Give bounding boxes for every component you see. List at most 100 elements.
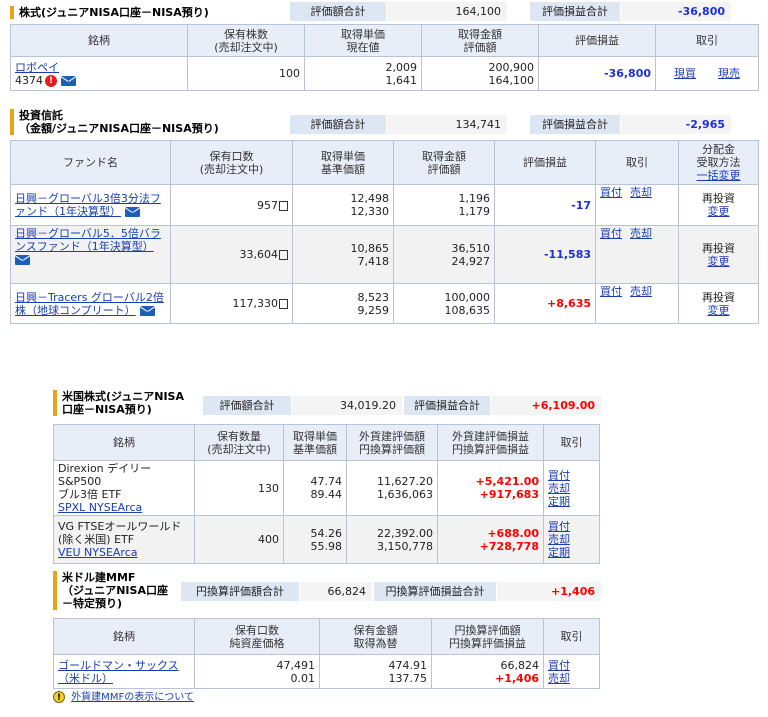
mmf-nav: 0.01 [290, 671, 316, 685]
fund-sell-button[interactable]: 売却 [630, 227, 652, 240]
us-header-trade: 取引 [543, 424, 600, 461]
stocks-header-gain: 評価損益 [538, 24, 656, 57]
funds-header-units: 保有口数 (売却注文中) [170, 140, 293, 185]
stock-name-link[interactable]: ロボペイ [15, 61, 59, 74]
mmf-buy-button[interactable]: 買付 [548, 659, 595, 672]
fund-dist: 再投資 [702, 192, 735, 205]
mmf-jpy-gain: +1,406 [494, 671, 539, 685]
stocks-header-cost: 取得単価 現在値 [304, 24, 422, 57]
fund-name-link[interactable]: 日興－グローバル5．5倍バランスファンド（1年決算型） [15, 227, 161, 253]
fund-eval: 108,635 [444, 303, 491, 317]
stocks-table: 銘柄 保有株数 (売却注文中) 取得単価 現在値 取得金額 評価額 評価損益 取… [10, 24, 759, 91]
mail-icon[interactable] [15, 255, 30, 265]
mmf-title-main: 米ドル建MMF [62, 571, 136, 584]
mmf-table: 銘柄 保有口数 純資産価格 保有金額 取得為替 円換算評価額 円換算評価損益 取… [53, 618, 600, 689]
mail-icon[interactable] [61, 75, 76, 86]
stocks-header-trade: 取引 [655, 24, 759, 57]
us-value-label: 評価額合計 [203, 396, 291, 415]
us-price: 55.98 [310, 539, 343, 553]
stocks-header-amount: 取得金額 評価額 [421, 24, 539, 57]
us-header-eval: 外貨建評価額 円換算評価額 [346, 424, 438, 461]
us-buy-button[interactable]: 買付 [548, 520, 595, 533]
us-cost: 47.74 [310, 475, 343, 488]
us-fx-eval: 11,627.20 [377, 475, 433, 488]
stock-eval: 164,100 [488, 73, 535, 87]
fund-sell-button[interactable]: 売却 [630, 186, 652, 199]
fund-acq: 36,510 [451, 241, 491, 255]
fund-change-link[interactable]: 変更 [708, 255, 730, 268]
funds-title-sub: （金額/ジュニアNISA口座－NISA預り) [19, 122, 219, 135]
mmf-units: 47,491 [276, 658, 316, 672]
us-ticker-link[interactable]: SPXL NYSEArca [58, 501, 142, 514]
fund-buy-button[interactable]: 買付 [600, 227, 622, 240]
fund-cost: 10,865 [350, 241, 390, 255]
mail-icon[interactable] [125, 207, 140, 217]
funds-header-distribution: 分配金 受取方法 一括変更 [678, 140, 759, 185]
us-sell-button[interactable]: 売却 [548, 533, 595, 546]
stock-shares: 100 [187, 56, 305, 91]
us-header-cost: 取得単価 基準価額 [283, 424, 347, 461]
funds-header-cost: 取得単価 基準価額 [292, 140, 394, 185]
fund-sell-button[interactable]: 売却 [630, 285, 652, 298]
us-jpy-gain: +917,683 [479, 488, 539, 501]
warning-icon: ! [53, 691, 65, 703]
fund-dist: 再投資 [702, 241, 735, 255]
table-row: ロボペイ 4374! 100 2,009 1,641 200,900 164,100… [10, 56, 759, 91]
table-row: Direxion デイリーS&P500 ブル3倍 ETF SPXL NYSEArca… [53, 460, 600, 516]
us-ticker-link[interactable]: VEU NYSEArca [58, 546, 138, 559]
fund-cost: 12,498 [350, 192, 390, 205]
fund-buy-button[interactable]: 買付 [600, 285, 622, 298]
dist-header-line2: 受取方法 [696, 156, 741, 169]
stock-sell-button[interactable]: 現売 [718, 67, 740, 80]
funds-value-label: 評価額合計 [290, 115, 386, 134]
mmf-jpy-eval: 66,824 [500, 658, 540, 672]
us-qty: 130 [194, 460, 284, 516]
us-periodic-button[interactable]: 定期 [548, 546, 595, 559]
mmf-sell-button[interactable]: 売却 [548, 672, 595, 685]
stock-acq: 200,900 [488, 60, 535, 74]
mmf-header-units: 保有口数 純資産価格 [194, 618, 320, 655]
us-name: VG FTSEオールワールド [58, 520, 182, 533]
us-header-gain: 外貨建評価損益 円換算評価損益 [437, 424, 544, 461]
fund-change-link[interactable]: 変更 [708, 304, 730, 317]
us-value-total: 34,019.20 [292, 396, 402, 415]
mmf-header-name: 銘柄 [53, 618, 195, 655]
alert-icon[interactable]: ! [45, 74, 57, 87]
funds-title-main: 投資信託 [19, 109, 63, 122]
us-name-sub: ブル3倍 ETF [58, 488, 122, 501]
stocks-gain-label: 評価損益合計 [530, 2, 620, 21]
mmf-rate: 137.75 [388, 671, 428, 685]
table-row: VG FTSEオールワールド (除く米国) ETF VEU NYSEArca 400… [53, 515, 600, 564]
stocks-section-title: 株式(ジュニアNISA口座－NISA預り) [10, 6, 209, 19]
dist-header-line1: 分配金 [702, 143, 735, 156]
fund-nav: 9,259 [357, 303, 390, 317]
fund-eval: 1,179 [458, 205, 491, 218]
checkbox-icon [279, 200, 288, 211]
us-sell-button[interactable]: 売却 [548, 482, 595, 495]
mmf-note-link[interactable]: 外貨建MMFの表示について [71, 692, 194, 703]
stock-buy-button[interactable]: 現買 [674, 67, 696, 80]
stocks-value-label: 評価額合計 [290, 2, 386, 21]
fund-eval: 24,927 [451, 254, 491, 268]
fund-buy-button[interactable]: 買付 [600, 186, 622, 199]
mmf-header-trade: 取引 [543, 618, 600, 655]
mmf-title-sub: （ジュニアNISA口座 [62, 584, 168, 597]
bulk-change-link[interactable]: 一括変更 [697, 169, 741, 182]
fund-nav: 7,418 [357, 254, 390, 268]
stock-gain: -36,800 [538, 56, 656, 91]
funds-header-trade: 取引 [595, 140, 679, 185]
us-buy-button[interactable]: 買付 [548, 469, 595, 482]
funds-header-name: ファンド名 [10, 140, 171, 185]
mmf-name-link[interactable]: ゴールドマン・サックス（米ドル） [58, 659, 179, 685]
us-fx-gain: +688.00 [487, 526, 539, 540]
funds-header-gain: 評価損益 [494, 140, 596, 185]
funds-table: ファンド名 保有口数 (売却注文中) 取得単価 基準価額 取得金額 評価額 評価… [10, 140, 759, 324]
fund-nav: 12,330 [350, 205, 390, 218]
fund-units: 957 [257, 198, 278, 212]
mail-icon[interactable] [139, 305, 155, 316]
stock-cost: 2,009 [385, 60, 418, 74]
stocks-header-shares: 保有株数 (売却注文中) [187, 24, 305, 57]
fund-change-link[interactable]: 変更 [708, 205, 730, 218]
us-periodic-button[interactable]: 定期 [548, 495, 595, 508]
mmf-title-sub2: －特定預り) [62, 597, 123, 610]
